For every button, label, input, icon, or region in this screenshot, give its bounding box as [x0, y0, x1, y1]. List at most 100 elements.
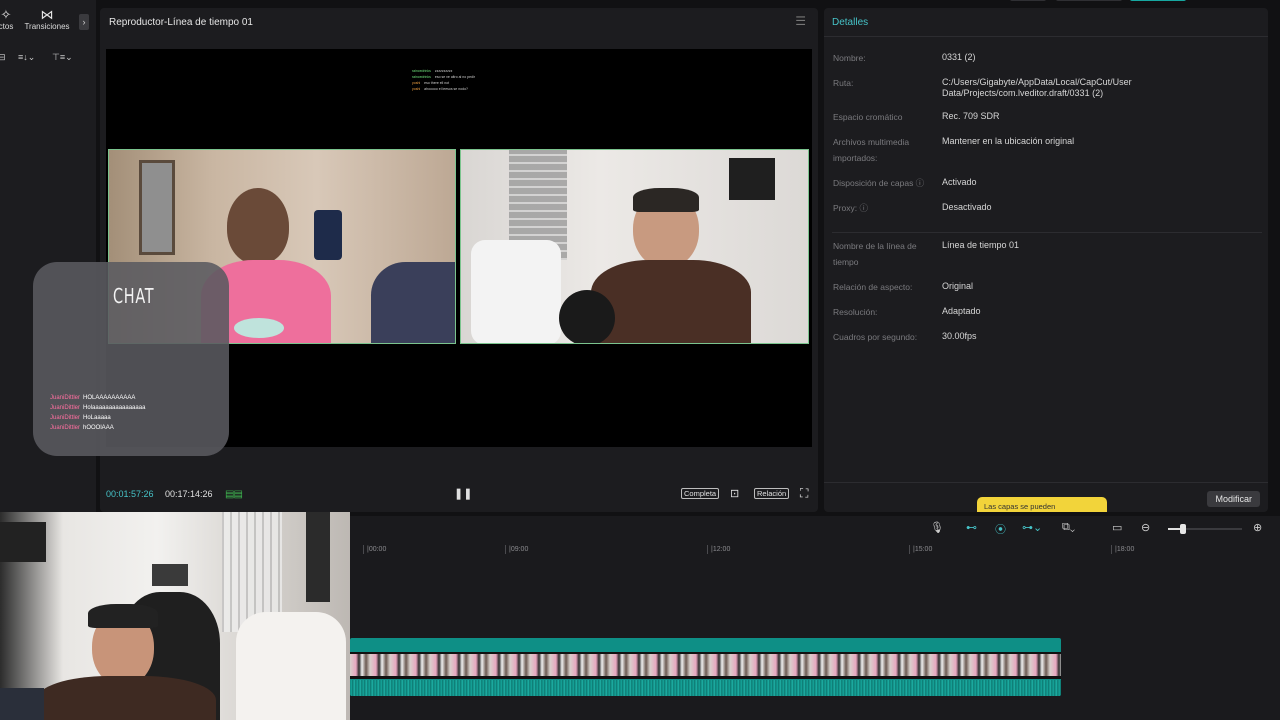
zoom-slider-thumb[interactable]: [1179, 524, 1186, 534]
main-track-magnet-icon[interactable]: ⊷: [966, 521, 977, 534]
host-hair-shape: [633, 188, 699, 212]
host-camera-feed: [460, 149, 809, 344]
chat-message: JuaniDittler HOLAAAAAAAAAA: [50, 395, 136, 401]
zoom-fit-icon[interactable]: ⊡: [730, 487, 739, 500]
divider: [824, 36, 1268, 37]
chair-shape: [471, 240, 561, 343]
timeline-ruler[interactable]: |00:00 |09:00 |12:00 |15:00 |18:00: [350, 542, 1280, 556]
zoom-in-icon[interactable]: ⊕: [1253, 521, 1262, 534]
type-filter-icon[interactable]: ⊤≡⌄: [52, 52, 73, 63]
detail-value: 0331 (2): [942, 52, 976, 62]
full-quality-button[interactable]: Completa: [681, 488, 720, 499]
detail-label: Disposición de capas ⓘ: [833, 178, 925, 188]
modify-button[interactable]: Modificar: [1207, 491, 1260, 507]
divider: [832, 232, 1262, 233]
detail-label: Nombre de la línea de tiempo: [833, 241, 917, 267]
timeline-toolbar: 🎙 ⊷ ⦿ ⊶⌄ ⧉⌄ ▭ ⊖ ⊕: [350, 516, 1280, 542]
clip-audio-waveform: [350, 680, 1061, 696]
preview-axis-icon[interactable]: ⧉⌄: [1062, 521, 1075, 534]
ruler-tick: |18:00: [1111, 545, 1134, 554]
detail-value: Desactivado: [942, 202, 992, 212]
tab-efectos[interactable]: ✧ ctos: [0, 8, 18, 31]
ruler-tick: |09:00: [505, 545, 528, 554]
stream-chat-line: raincedrinks zzzzzzzzzz: [412, 69, 453, 73]
detail-label: Cuadros por segundo:: [833, 332, 918, 342]
details-panel: Detalles Nombre: 0331 (2) Ruta: C:/Users…: [824, 8, 1268, 512]
tv-shape: [0, 522, 46, 562]
linkage-icon[interactable]: ⊶⌄: [1022, 521, 1042, 534]
mirror-shape: [139, 160, 175, 255]
fullscreen-icon[interactable]: ⛶: [800, 486, 808, 501]
chat-message: JuaniDittler hOOOlAAA: [50, 425, 114, 431]
ruler-tick: |12:00: [707, 545, 730, 554]
aspect-ratio-button[interactable]: Relación: [754, 488, 790, 499]
stream-chat-line: raincedrinks eso se ve altro al no pedir: [412, 75, 475, 79]
detail-value: 30.00fps: [942, 331, 977, 341]
chat-message: JuaniDittler HoLaaaaa: [50, 415, 111, 421]
auto-snap-icon[interactable]: ⦿: [995, 521, 1006, 537]
detail-value: Activado: [942, 177, 977, 187]
shirt-shape: [314, 210, 342, 260]
total-time: 00:17:14:26: [165, 489, 213, 499]
transitions-icon: ⋈: [40, 7, 54, 22]
effects-icon: ✧: [0, 8, 12, 22]
chat-title: CHAT: [113, 284, 155, 308]
menu-icon[interactable]: ☰: [795, 14, 806, 28]
webcam-overlay: [0, 512, 350, 720]
detail-value: Mantener en la ubicación original: [942, 136, 1075, 146]
desk-shape: [0, 688, 44, 720]
detail-label: Resolución:: [833, 307, 878, 317]
player-title: Reproductor-Línea de tiempo 01: [109, 17, 253, 28]
detail-label: Nombre:: [833, 53, 866, 63]
tab-transiciones[interactable]: ⋈ Transiciones: [22, 7, 72, 32]
ruler-tick: |15:00: [909, 545, 932, 554]
bowl-shape: [234, 318, 284, 338]
chat-overlay: CHAT JuaniDittler HOLAAAAAAAAAA JuaniDitt…: [33, 262, 229, 456]
stream-chat-line: yoshi ahooooo el leesos se nodo?: [412, 87, 468, 91]
host-shirt-shape: [36, 676, 216, 720]
captions-icon[interactable]: ▭: [1112, 521, 1122, 534]
export-button[interactable]: [1130, 0, 1186, 1]
tv-shape: [729, 158, 775, 200]
timeline-panel: 🎙 ⊷ ⦿ ⊶⌄ ⧉⌄ ▭ ⊖ ⊕ |00:00 |09:00 |12:00 |…: [350, 516, 1280, 720]
detail-value: Adaptado: [942, 306, 981, 316]
detail-label: Ruta:: [833, 78, 854, 88]
sort-icon[interactable]: ≡↓⌄: [18, 52, 35, 63]
second-person-shape: [371, 262, 455, 343]
tab-transiciones-label: Transiciones: [24, 22, 70, 31]
poster-shape: [306, 512, 330, 602]
current-time: 00:01:57:26: [106, 489, 154, 499]
detail-value: Línea de tiempo 01: [942, 240, 1020, 250]
expand-arrow-icon[interactable]: ›: [79, 14, 89, 30]
detail-value: C:/Users/Gigabyte/AppData/Local/CapCut/U…: [942, 77, 1132, 98]
microphone-shape: [559, 290, 615, 343]
chat-message: JuaniDittler Holaaaaaaaaaaaaaaaa: [50, 405, 146, 411]
zoom-slider[interactable]: [1168, 524, 1242, 534]
picture-shape: [152, 564, 188, 586]
audio-meter-icon[interactable]: ▤▤: [225, 489, 243, 500]
sofa-shape: [236, 612, 346, 720]
video-clip[interactable]: [350, 638, 1061, 696]
pause-icon[interactable]: ❚❚: [454, 487, 472, 500]
layers-tooltip: Las capas se pueden: [977, 497, 1107, 512]
host-shirt-shape: [591, 260, 751, 343]
host-hair-shape: [88, 604, 158, 628]
detail-label: Archivos multimedia importados:: [833, 137, 910, 163]
detail-value: Rec. 709 SDR: [942, 111, 1000, 121]
tab-efectos-label: ctos: [0, 22, 14, 31]
filter-icon[interactable]: ⊟: [0, 52, 6, 63]
details-title: Detalles: [832, 17, 869, 28]
top-button[interactable]: [1056, 0, 1122, 1]
clip-border: [350, 676, 1061, 679]
capcut-editor-window: ✧ ctos ⋈ Transiciones › ⊟ ≡↓⌄ ⊤≡⌄ Reprod…: [0, 0, 1280, 720]
detail-value: Original: [942, 281, 974, 291]
zoom-out-icon[interactable]: ⊖: [1141, 521, 1150, 534]
top-button[interactable]: [1010, 0, 1046, 1]
microphone-icon[interactable]: 🎙: [930, 521, 944, 534]
person-head-shape: [227, 188, 289, 264]
detail-label: Relación de aspecto:: [833, 282, 913, 292]
clip-thumbnails: [350, 654, 1061, 676]
detail-label: Proxy: ⓘ: [833, 203, 868, 213]
player-controls: 00:01:57:26 00:17:14:26 ▤▤ ❚❚ Completa ⊡…: [100, 486, 818, 502]
detail-label: Espacio cromático: [833, 112, 903, 122]
